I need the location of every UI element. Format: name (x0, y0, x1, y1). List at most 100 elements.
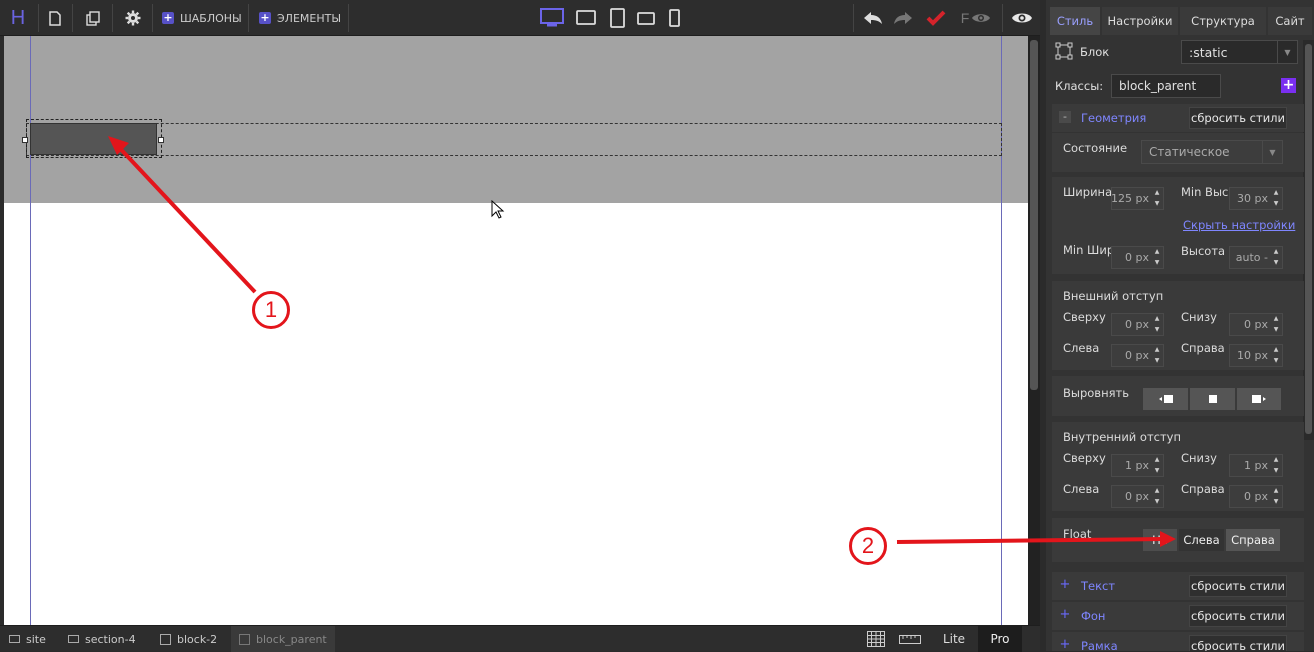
breadcrumb-site[interactable]: site (9, 626, 46, 652)
templates-button[interactable]: + ШАБЛОНЫ (162, 0, 242, 36)
stepper-icon[interactable]: ▲ ▼ (1152, 456, 1162, 475)
padding-bottom-label: Снизу (1181, 451, 1217, 465)
height-input[interactable]: auto - ▲ ▼ (1229, 246, 1283, 269)
stepper-icon[interactable]: ▲ ▼ (1271, 346, 1281, 365)
reset-text-button[interactable]: сбросить стили (1189, 575, 1287, 597)
stepper-icon[interactable]: ▲ ▼ (1152, 189, 1162, 208)
align-left-button[interactable] (1142, 387, 1189, 411)
logo[interactable]: H (0, 0, 36, 36)
hide-eye-icon[interactable]: F (956, 0, 996, 36)
breadcrumb-block-parent[interactable]: block_parent (231, 626, 335, 652)
ruler-icon[interactable] (899, 626, 921, 652)
block-icon (68, 635, 79, 643)
breadcrumb-block-2[interactable]: block-2 (160, 626, 217, 652)
tablet-landscape-icon[interactable] (574, 0, 598, 36)
align-center-button[interactable] (1189, 387, 1236, 411)
stepper-icon[interactable]: ▲ ▼ (1271, 487, 1281, 506)
copy-icon[interactable] (80, 0, 106, 36)
tab-style[interactable]: Стиль (1050, 7, 1100, 35)
templates-label: ШАБЛОНЫ (180, 11, 242, 25)
classes-input[interactable]: block_parent (1111, 74, 1221, 98)
stepper-icon[interactable]: ▲ ▼ (1152, 315, 1162, 334)
stepper-icon[interactable]: ▲ ▼ (1271, 189, 1281, 208)
style-panel: Стиль Настройки Структура Сайт Блок :sta… (1046, 0, 1314, 651)
block-icon (160, 633, 171, 645)
padding-bottom-input[interactable]: 1 px ▲ ▼ (1229, 454, 1283, 477)
float-right-button[interactable]: Справа (1225, 528, 1281, 552)
lite-mode-button[interactable]: Lite (932, 626, 976, 652)
logo-letter: H (10, 6, 26, 29)
float-left-button[interactable]: Слева (1178, 528, 1225, 552)
desktop-icon[interactable] (538, 0, 566, 36)
undo-icon[interactable] (860, 0, 886, 36)
new-page-icon[interactable] (42, 0, 68, 36)
position-select[interactable]: :static ▼ (1181, 40, 1298, 64)
gear-icon[interactable] (120, 0, 146, 36)
geometry-header[interactable]: - Геометрия сбросить стили (1052, 104, 1304, 132)
margin-top-input[interactable]: 0 px ▲ ▼ (1111, 313, 1164, 336)
scrollbar-thumb[interactable] (1030, 40, 1038, 390)
padding-left-input[interactable]: 0 px ▲ ▼ (1111, 485, 1164, 508)
block-label: Блок (1080, 45, 1110, 59)
text-section-header[interactable]: + Текст сбросить стили (1052, 572, 1304, 600)
preview-eye-icon[interactable] (1008, 0, 1036, 36)
phone-landscape-icon[interactable] (634, 0, 658, 36)
resize-handle-left[interactable] (22, 137, 28, 143)
stepper-icon[interactable]: ▲ ▼ (1152, 487, 1162, 506)
tablet-portrait-icon[interactable] (606, 0, 628, 36)
collapse-icon: - (1059, 111, 1071, 123)
tab-settings[interactable]: Настройки (1102, 7, 1178, 35)
border-section-header[interactable]: + Рамка сбросить стили (1052, 632, 1304, 651)
border-section-title: Рамка (1081, 639, 1118, 651)
block-icon (9, 635, 20, 643)
margin-bottom-input[interactable]: 0 px ▲ ▼ (1229, 313, 1283, 336)
margin-right-input[interactable]: 10 px ▲ ▼ (1229, 344, 1283, 367)
padding-top-input[interactable]: 1 px ▲ ▼ (1111, 454, 1164, 477)
panel-scrollbar[interactable] (1303, 40, 1314, 440)
breadcrumb-section[interactable]: section-4 (68, 626, 136, 652)
f-letter: F (960, 10, 970, 26)
padding-right-input[interactable]: 0 px ▲ ▼ (1229, 485, 1283, 508)
reset-border-button[interactable]: сбросить стили (1189, 635, 1287, 651)
canvas-scrollbar[interactable] (1028, 36, 1040, 625)
reset-bg-button[interactable]: сбросить стили (1189, 605, 1287, 627)
tab-site[interactable]: Сайт (1268, 7, 1312, 35)
min-height-input[interactable]: 30 px ▲ ▼ (1229, 187, 1283, 210)
text-section-title: Текст (1081, 579, 1116, 593)
publish-check-icon[interactable] (924, 0, 948, 36)
breadcrumb: site section-4 block-2 block_parent Lite… (0, 625, 1040, 652)
resize-handle-right[interactable] (158, 137, 164, 143)
margin-bottom-label: Снизу (1181, 310, 1217, 324)
expand-icon: + (1059, 607, 1071, 622)
stepper-icon[interactable]: ▲ ▼ (1271, 248, 1281, 267)
min-width-input[interactable]: 0 px ▲ ▼ (1111, 246, 1164, 269)
stepper-icon[interactable]: ▲ ▼ (1152, 346, 1162, 365)
hide-settings-link[interactable]: Скрыть настройки (1183, 219, 1295, 232)
reset-geometry-button[interactable]: сбросить стили (1189, 107, 1287, 129)
padding-left-label: Слева (1063, 482, 1100, 496)
stepper-icon[interactable]: ▲ ▼ (1271, 456, 1281, 475)
dark-block[interactable] (30, 123, 157, 155)
pro-mode-button[interactable]: Pro (978, 626, 1022, 652)
expand-icon: + (1059, 577, 1071, 592)
bg-section-header[interactable]: + Фон сбросить стили (1052, 602, 1304, 630)
stepper-icon[interactable]: ▲ ▼ (1271, 315, 1281, 334)
margin-right-label: Справа (1181, 341, 1225, 355)
grid-icon[interactable] (867, 626, 885, 652)
tab-structure[interactable]: Структура (1180, 7, 1266, 35)
stepper-icon[interactable]: ▲ ▼ (1152, 248, 1162, 267)
block-parent-outline[interactable] (26, 123, 1002, 156)
width-input[interactable]: 125 px ▲ ▼ (1111, 187, 1164, 210)
padding-right-label: Справа (1181, 482, 1225, 496)
elements-button[interactable]: + ЭЛЕМЕНТЫ (259, 0, 341, 36)
margin-left-input[interactable]: 0 px ▲ ▼ (1111, 344, 1164, 367)
redo-icon[interactable] (890, 0, 916, 36)
phone-portrait-icon[interactable] (664, 0, 684, 36)
float-none-button[interactable]: Не (1142, 528, 1178, 552)
plus-icon: + (162, 11, 174, 24)
add-class-button[interactable]: + (1281, 78, 1296, 93)
align-right-button[interactable] (1236, 387, 1282, 411)
geometry-title: Геометрия (1081, 111, 1147, 125)
align-label: Выровнять (1063, 386, 1129, 400)
state-select[interactable]: Статическое ▼ (1141, 140, 1283, 164)
